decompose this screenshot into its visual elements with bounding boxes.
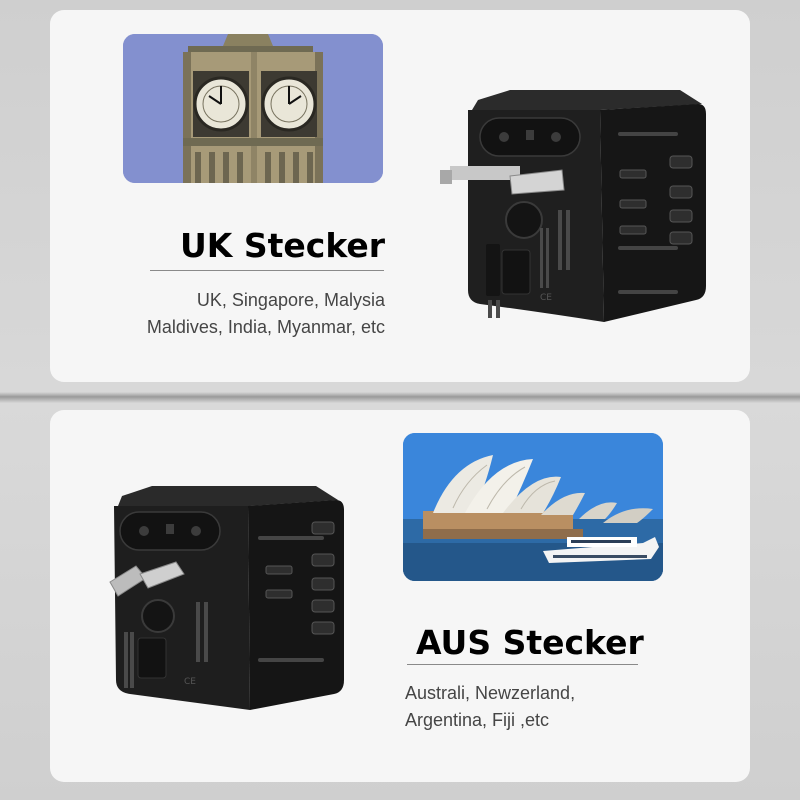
travel-adapter-aus-icon: CE	[100, 482, 360, 722]
aus-plug-card: AUS Stecker Australi, Newzerland, Argent…	[50, 410, 750, 782]
sydney-opera-house-photo	[403, 433, 663, 581]
aus-countries-line-1: Australi, Newzerland,	[405, 683, 576, 703]
uk-plug-card: UK Stecker UK, Singapore, Malysia Maldiv…	[50, 10, 750, 382]
uk-countries-line-1: UK, Singapore, Malysia	[196, 290, 385, 310]
aus-plug-heading: AUS Stecker	[416, 623, 644, 662]
svg-text:CE: CE	[540, 293, 552, 303]
svg-text:CE: CE	[184, 677, 196, 687]
aus-heading-divider	[407, 664, 638, 665]
uk-plug-heading: UK Stecker	[180, 226, 386, 265]
uk-heading-divider	[150, 270, 384, 271]
uk-countries-line-2: Maldives, India, Myanmar, etc	[146, 317, 385, 337]
big-ben-photo	[123, 34, 383, 183]
aus-countries-text: Australi, Newzerland, Argentina, Fiji ,e…	[405, 680, 575, 734]
aus-countries-line-2: Argentina, Fiji ,etc	[405, 710, 550, 730]
travel-adapter-uk-icon: CE	[440, 90, 715, 330]
uk-countries-text: UK, Singapore, Malysia Maldives, India, …	[147, 287, 385, 341]
